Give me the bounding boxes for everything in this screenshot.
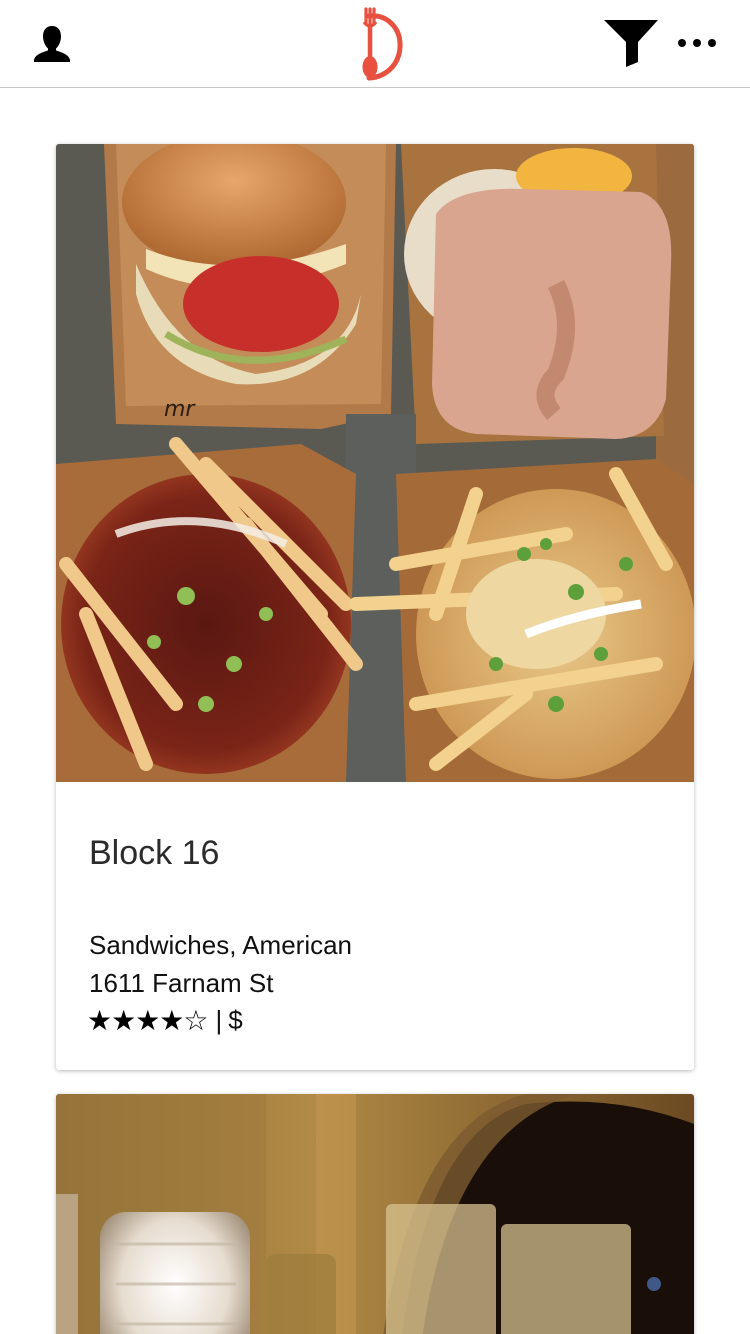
top-navigation-bar [0, 0, 750, 88]
restaurant-info[interactable]: Block 16 Sandwiches, American 1611 Farna… [56, 782, 694, 1070]
rating-price-line: ★★★★☆ | $ [87, 1004, 243, 1037]
restaurant-photo[interactable] [56, 1094, 694, 1334]
restaurant-feed[interactable]: mr Block 16 Sandwiches, American 1611 Fa… [0, 88, 750, 1334]
profile-button[interactable] [30, 22, 74, 66]
food-photo-image: mr [56, 144, 694, 782]
fork-spoon-d-logo-icon [362, 7, 403, 81]
price-level: $ [228, 1005, 243, 1035]
restaurant-photo[interactable]: mr [56, 144, 694, 782]
restaurant-card[interactable]: mr Block 16 Sandwiches, American 1611 Fa… [56, 144, 694, 1070]
person-icon [34, 26, 70, 62]
star-rating-icon: ★★★★☆ [87, 1004, 209, 1037]
separator: | [215, 1005, 223, 1035]
ellipsis-icon [678, 39, 716, 47]
restaurant-name[interactable]: Block 16 [89, 834, 219, 873]
restaurant-interior-image [56, 1094, 694, 1334]
restaurant-categories: Sandwiches, American [89, 930, 353, 960]
restaurant-card[interactable] [56, 1094, 694, 1334]
app-logo[interactable] [345, 6, 405, 82]
funnel-icon [604, 20, 658, 67]
restaurant-address: 1611 Farnam St [89, 968, 274, 998]
filter-button[interactable] [602, 18, 660, 68]
svg-text:mr: mr [164, 397, 196, 422]
more-options-button[interactable] [674, 28, 720, 58]
